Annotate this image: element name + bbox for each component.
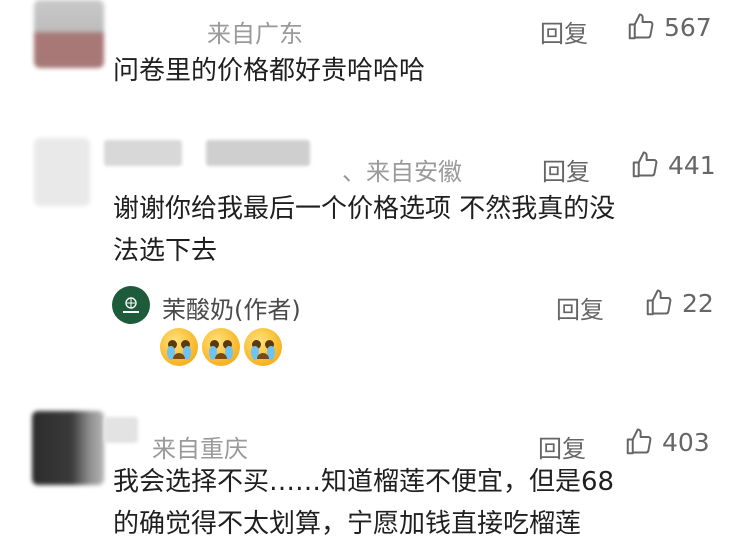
user-avatar[interactable] <box>34 138 90 206</box>
comment-text: 问卷里的价格都好贵哈哈哈 <box>113 56 426 86</box>
comment-item: 来自重庆 回复 403 我会选择不买……知道榴莲不便宜，但是68 的确觉得不太划… <box>0 405 745 550</box>
like-button[interactable]: 22 <box>644 288 714 318</box>
user-name[interactable] <box>104 417 138 443</box>
like-count: 567 <box>664 12 712 42</box>
reply-button[interactable]: 回复 <box>556 290 604 325</box>
like-count: 441 <box>668 150 716 180</box>
crying-face-icon <box>160 328 198 366</box>
thumbs-up-icon <box>632 151 658 178</box>
reply-button[interactable]: 回复 <box>538 429 586 464</box>
location-label: 来自广东 <box>207 20 303 48</box>
user-avatar[interactable] <box>32 411 104 485</box>
comment-text: 谢谢你给我最后一个价格选项 不然我真的没 <box>113 194 616 224</box>
comment-text: 的确觉得不太划算，宁愿加钱直接吃榴莲 <box>113 509 582 539</box>
comment-text: 我会选择不买……知道榴莲不便宜，但是68 <box>113 467 615 497</box>
user-name[interactable] <box>104 140 182 166</box>
comment-item: 来自广东 回复 567 问卷里的价格都好贵哈哈哈 <box>0 0 745 110</box>
like-count: 22 <box>682 288 714 318</box>
emoji-row <box>160 328 282 366</box>
thumbs-up-icon <box>628 13 654 40</box>
thumbs-up-icon <box>646 289 672 316</box>
reply-button[interactable]: 回复 <box>540 14 588 49</box>
like-button[interactable]: 403 <box>624 427 710 457</box>
author-name[interactable]: 茉酸奶(作者) <box>162 290 301 325</box>
crying-face-icon <box>202 328 240 366</box>
like-button[interactable]: 441 <box>630 150 716 180</box>
location-label: 、来自安徽 <box>342 158 462 186</box>
user-avatar[interactable] <box>34 0 104 68</box>
brand-logo-icon <box>123 297 139 313</box>
comment-text: 法选下去 <box>113 236 218 266</box>
user-name[interactable] <box>206 140 310 166</box>
reply-button[interactable]: 回复 <box>542 152 590 187</box>
crying-face-icon <box>244 328 282 366</box>
like-count: 403 <box>662 427 710 457</box>
author-avatar[interactable] <box>112 286 150 324</box>
like-button[interactable]: 567 <box>626 12 712 42</box>
location-label: 来自重庆 <box>152 435 248 463</box>
thumbs-up-icon <box>626 428 652 455</box>
comment-item: 、来自安徽 回复 441 谢谢你给我最后一个价格选项 不然我真的没 法选下去 茉… <box>0 130 745 400</box>
